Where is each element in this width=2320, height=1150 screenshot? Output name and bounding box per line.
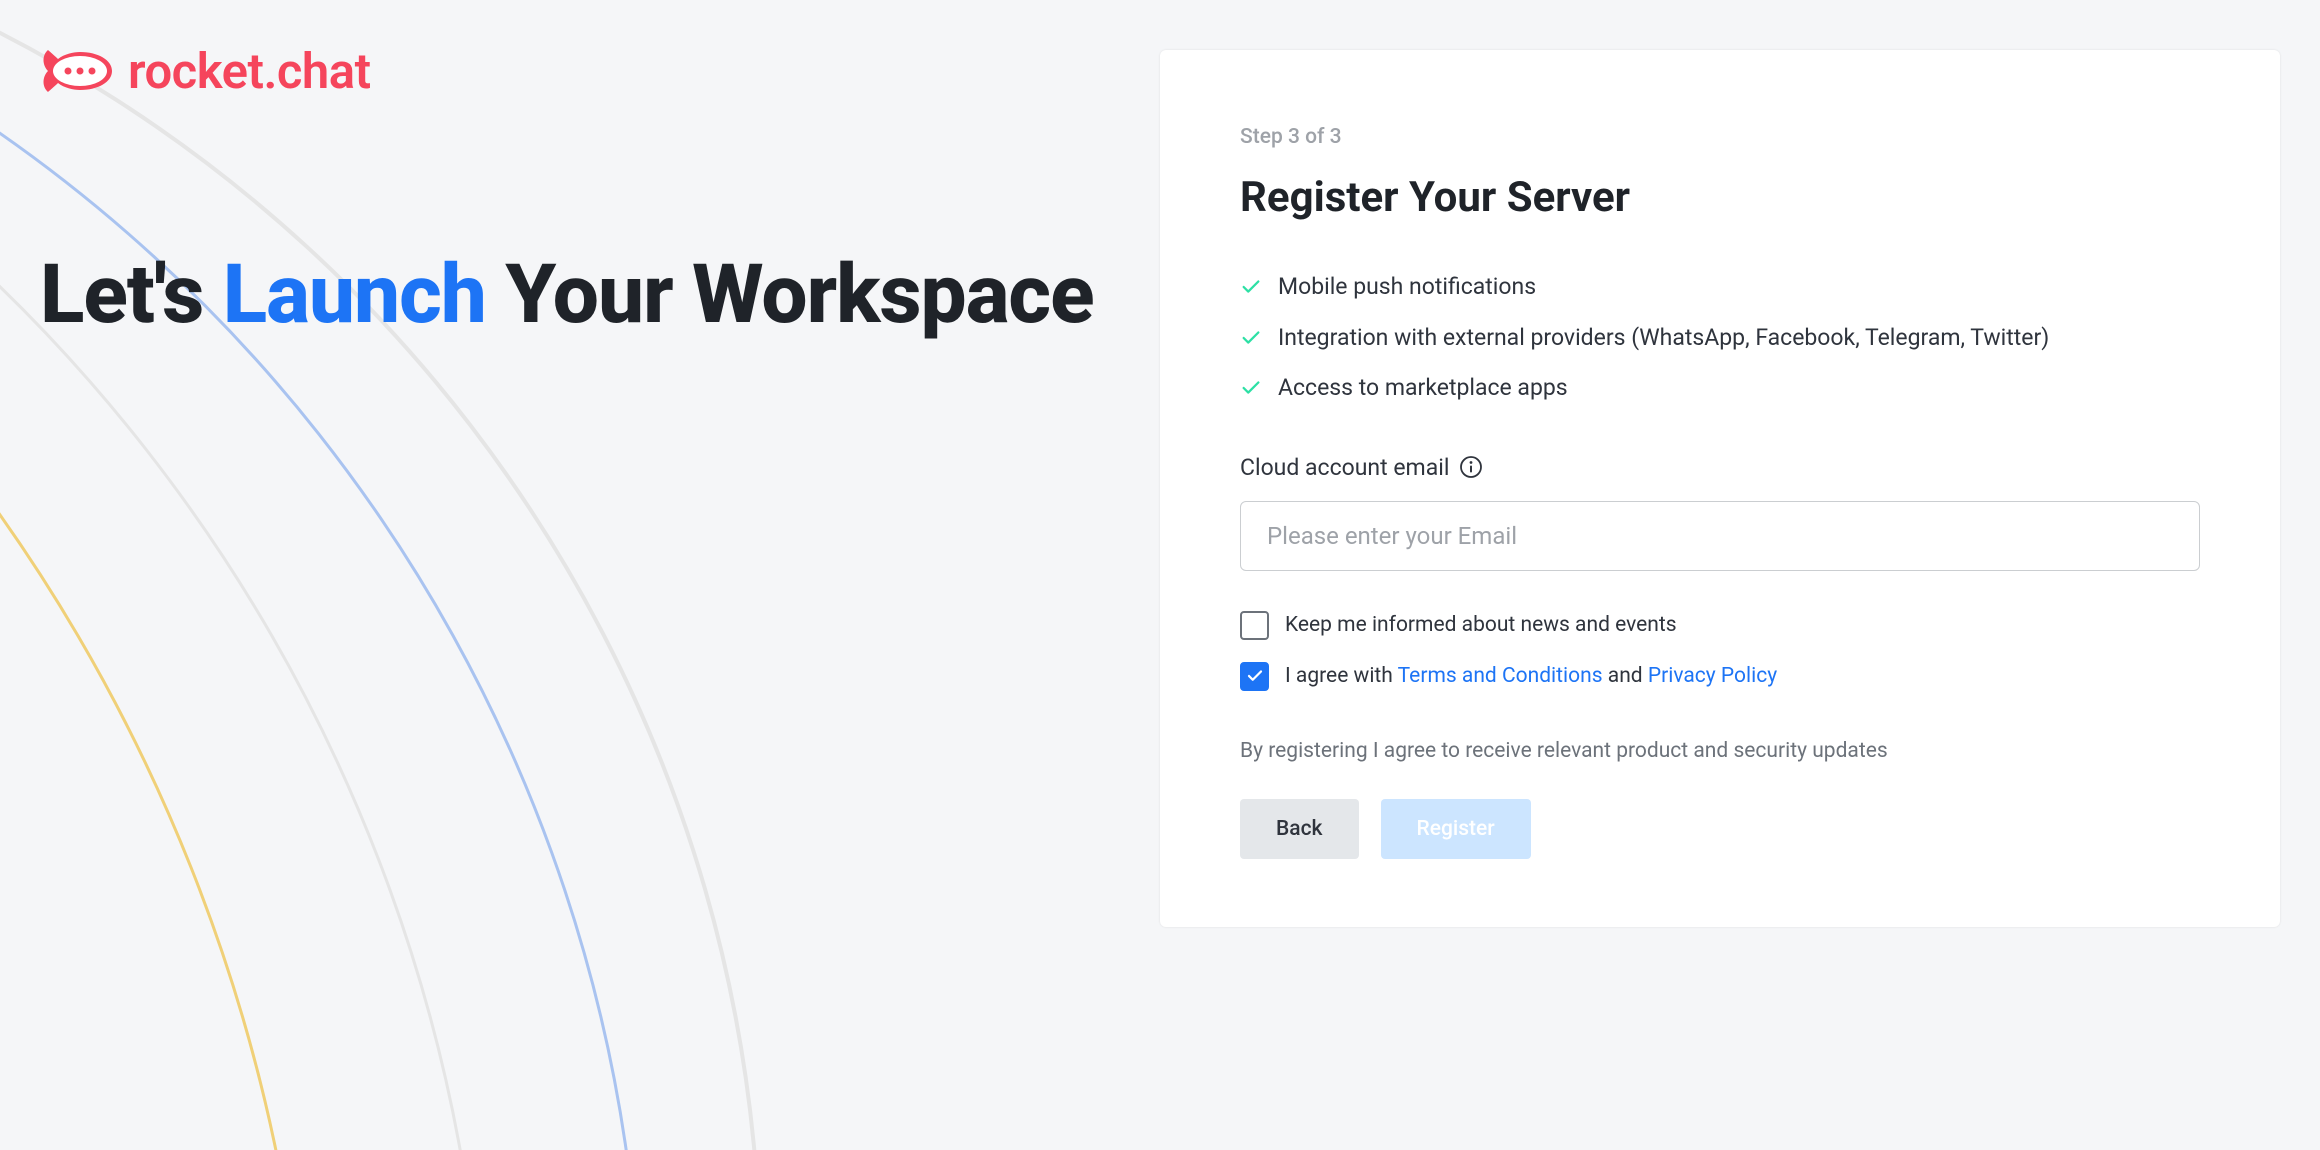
- headline-highlight: Launch: [223, 247, 486, 343]
- checkbox-agree-row: I agree with Terms and Conditions and Pr…: [1240, 662, 2200, 691]
- feature-item: Integration with external providers (Wha…: [1240, 321, 2200, 356]
- checkbox-news[interactable]: [1240, 611, 1269, 640]
- headline-part1: Let's: [40, 247, 223, 343]
- email-input[interactable]: [1240, 501, 2200, 571]
- headline: Let's Launch Your Workspace: [40, 242, 1120, 349]
- agree-prefix: I agree with: [1285, 664, 1398, 688]
- agree-and: and: [1603, 664, 1648, 688]
- disclaimer: By registering I agree to receive releva…: [1240, 739, 2200, 763]
- feature-text: Access to marketplace apps: [1278, 371, 1568, 406]
- register-card: Step 3 of 3 Register Your Server Mobile …: [1160, 50, 2280, 927]
- check-icon: [1240, 327, 1262, 349]
- register-button[interactable]: Register: [1381, 799, 1531, 859]
- button-row: Back Register: [1240, 799, 2200, 859]
- checkbox-news-row: Keep me informed about news and events: [1240, 611, 2200, 640]
- feature-text: Mobile push notifications: [1278, 270, 1536, 305]
- logo-text: rocket.chat: [128, 43, 371, 100]
- info-icon[interactable]: [1459, 455, 1483, 479]
- feature-list: Mobile push notifications Integration wi…: [1240, 270, 2200, 406]
- checkbox-agree-label: I agree with Terms and Conditions and Pr…: [1285, 664, 1777, 688]
- feature-text: Integration with external providers (Wha…: [1278, 321, 2049, 356]
- check-icon: [1240, 276, 1262, 298]
- headline-part2: Your Workspace: [486, 247, 1094, 343]
- checkbox-group: Keep me informed about news and events I…: [1240, 611, 2200, 691]
- check-icon: [1240, 377, 1262, 399]
- feature-item: Access to marketplace apps: [1240, 371, 2200, 406]
- email-label: Cloud account email: [1240, 454, 2200, 481]
- feature-item: Mobile push notifications: [1240, 270, 2200, 305]
- email-label-text: Cloud account email: [1240, 454, 1449, 481]
- logo: rocket.chat: [40, 40, 1120, 102]
- email-group: Cloud account email: [1240, 454, 2200, 571]
- rocketchat-icon: [40, 40, 112, 102]
- terms-link[interactable]: Terms and Conditions: [1398, 664, 1603, 688]
- checkbox-news-label: Keep me informed about news and events: [1285, 613, 1677, 637]
- privacy-link[interactable]: Privacy Policy: [1648, 664, 1777, 688]
- step-indicator: Step 3 of 3: [1240, 125, 2200, 149]
- checkbox-agree[interactable]: [1240, 662, 1269, 691]
- checkmark-icon: [1246, 667, 1264, 685]
- back-button[interactable]: Back: [1240, 799, 1359, 859]
- card-title: Register Your Server: [1240, 173, 2200, 222]
